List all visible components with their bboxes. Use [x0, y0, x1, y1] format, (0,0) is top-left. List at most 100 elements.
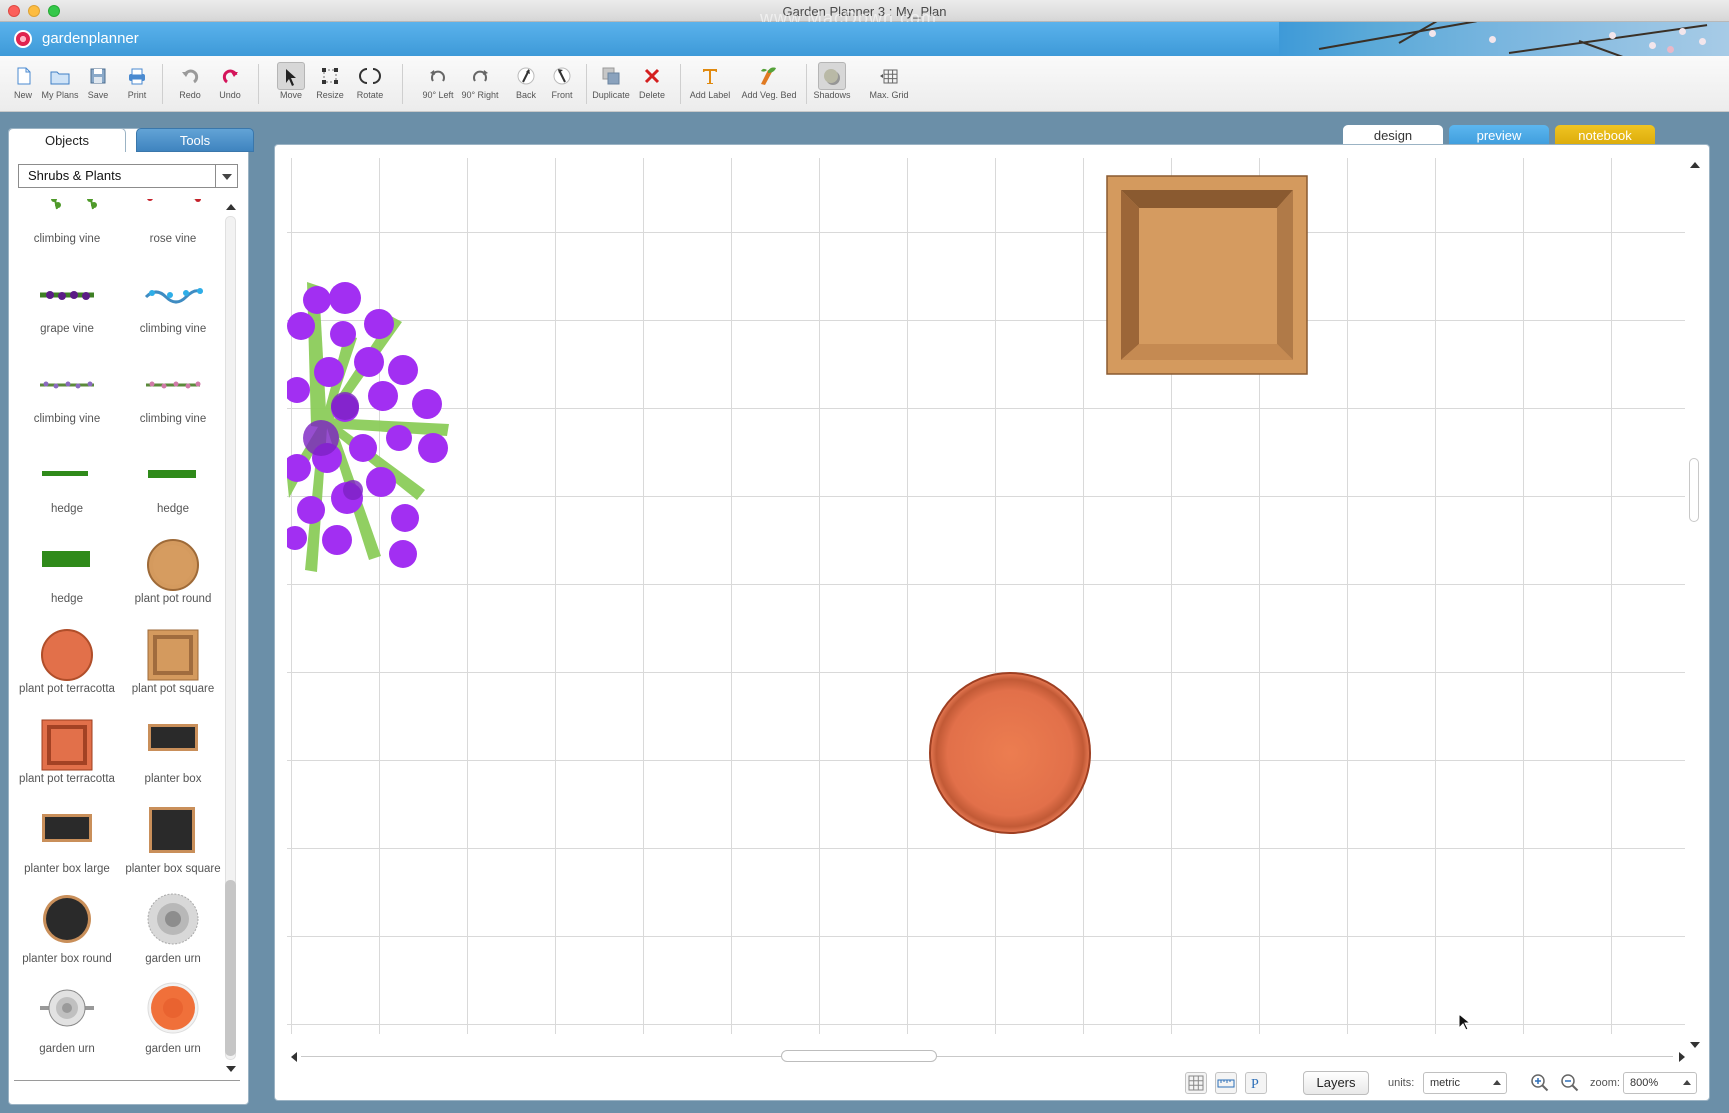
new-label: New: [14, 90, 32, 100]
category-dropdown[interactable]: Shrubs & Plants: [18, 164, 238, 188]
scroll-right-arrow-icon[interactable]: [1679, 1052, 1685, 1062]
zoom-out-icon[interactable]: [1560, 1073, 1580, 1093]
undo-button[interactable]: Undo: [216, 62, 244, 100]
add-label-button[interactable]: Add Label: [688, 62, 732, 100]
object-label: climbing vine: [14, 413, 120, 426]
object-garden-urn[interactable]: garden urn: [14, 979, 120, 1069]
scroll-thumb[interactable]: [225, 880, 236, 1056]
duplicate-button[interactable]: Duplicate: [590, 62, 632, 100]
canvas-plant-pot-terracotta[interactable]: [927, 670, 1093, 836]
scroll-thumb[interactable]: [1689, 458, 1699, 522]
rotate-90-right-button[interactable]: 90° Right: [460, 62, 500, 100]
object-rose-vine[interactable]: rose vine: [120, 199, 222, 279]
zoom-value: 800%: [1630, 1077, 1658, 1089]
canvas-plant-pot-square[interactable]: [1105, 174, 1311, 378]
rotate-90-left-button[interactable]: 90° Left: [420, 62, 456, 100]
object-planter-box-round[interactable]: planter box round: [14, 889, 120, 979]
category-dropdown-value: Shrubs & Plants: [28, 168, 121, 183]
scroll-down-arrow-icon[interactable]: [1690, 1042, 1700, 1048]
object-hedge[interactable]: hedge: [120, 459, 222, 549]
object-plant-pot-square[interactable]: plant pot square: [120, 629, 222, 719]
garden-urn-thumbnail: [120, 889, 222, 947]
ruler-toggle-button[interactable]: [1215, 1072, 1237, 1094]
canvas-vertical-scrollbar[interactable]: [1689, 158, 1701, 1048]
print-label: Print: [128, 90, 147, 100]
design-canvas[interactable]: [287, 158, 1685, 1034]
tab-tools[interactable]: Tools: [136, 128, 254, 152]
scroll-left-arrow-icon[interactable]: [291, 1052, 297, 1062]
tab-objects[interactable]: Objects: [8, 128, 126, 152]
scroll-thumb[interactable]: [781, 1050, 937, 1062]
chevron-up-icon: [1493, 1080, 1501, 1085]
object-label: hedge: [14, 593, 120, 606]
mouse-pointer-icon: [1458, 1013, 1472, 1031]
window-title-bar: Garden Planner 3 : My_Plan www.MacDown.c…: [0, 0, 1729, 22]
zoom-in-icon[interactable]: [1530, 1073, 1550, 1093]
object-garden-urn[interactable]: garden urn: [120, 979, 222, 1069]
objects-scrollbar[interactable]: [224, 200, 238, 1076]
resize-label: Resize: [316, 90, 344, 100]
resize-button[interactable]: Resize: [314, 62, 346, 100]
toolbar-divider: [586, 64, 587, 104]
shadows-button[interactable]: Shadows: [812, 62, 852, 100]
my-plans-button[interactable]: My Plans: [40, 62, 80, 100]
send-back-button[interactable]: Back: [512, 62, 540, 100]
object-plant-pot-terracotta[interactable]: plant pot terracotta: [14, 629, 120, 719]
redo-label: Redo: [179, 90, 201, 100]
canvas-horizontal-scrollbar[interactable]: [289, 1050, 1685, 1064]
delete-button[interactable]: Delete: [636, 62, 668, 100]
plant-pot-terracotta-thumbnail: [14, 629, 120, 687]
object-climbing-vine[interactable]: climbing vine: [14, 369, 120, 459]
scroll-up-arrow-icon[interactable]: [1690, 162, 1700, 168]
units-label: units:: [1388, 1077, 1414, 1089]
scroll-track[interactable]: [301, 1056, 1673, 1057]
rotate-90-left-label: 90° Left: [422, 90, 453, 100]
max-grid-button[interactable]: Max. Grid: [868, 62, 910, 100]
object-climbing-vine[interactable]: climbing vine: [120, 279, 222, 369]
duplicate-label: Duplicate: [592, 90, 630, 100]
object-label: rose vine: [120, 233, 222, 246]
redo-button[interactable]: Redo: [176, 62, 204, 100]
rotate-left-icon: [427, 65, 449, 87]
object-planter-box-square[interactable]: planter box square: [120, 799, 222, 889]
rotate-button[interactable]: Rotate: [354, 62, 386, 100]
layers-button[interactable]: Layers: [1303, 1071, 1369, 1095]
new-button[interactable]: New: [8, 62, 38, 100]
undo-label: Undo: [219, 90, 241, 100]
object-label: plant pot round: [120, 593, 222, 606]
object-climbing-vine[interactable]: climbing vine: [14, 199, 120, 279]
object-garden-urn[interactable]: garden urn: [120, 889, 222, 979]
chevron-up-icon: [1683, 1080, 1691, 1085]
move-button[interactable]: Move: [276, 62, 306, 100]
object-climbing-vine[interactable]: climbing vine: [120, 369, 222, 459]
object-planter-box-large[interactable]: planter box large: [14, 809, 120, 899]
redo-icon: [179, 65, 201, 87]
canvas-flowering-shrub[interactable]: [287, 278, 457, 578]
units-select[interactable]: metric: [1423, 1072, 1507, 1094]
rotate-90-right-label: 90° Right: [461, 90, 498, 100]
planter-box-large-thumbnail: [14, 809, 120, 867]
shadows-icon: [821, 66, 843, 88]
grid-toggle-button[interactable]: [1185, 1072, 1207, 1094]
toolbar-divider: [680, 64, 681, 104]
new-document-icon: [12, 65, 34, 87]
object-label: planter box square: [120, 863, 222, 876]
object-plant-pot-terracotta[interactable]: plant pot terracotta: [14, 719, 120, 809]
print-button[interactable]: Print: [122, 62, 152, 100]
save-button[interactable]: Save: [84, 62, 112, 100]
object-hedge[interactable]: hedge: [14, 459, 120, 549]
object-plant-pot-round[interactable]: plant pot round: [120, 539, 222, 629]
plant-names-toggle-button[interactable]: P: [1245, 1072, 1267, 1094]
object-grape-vine[interactable]: grape vine: [14, 279, 120, 369]
object-label: hedge: [14, 503, 120, 516]
object-label: planter box large: [14, 863, 120, 876]
object-hedge[interactable]: hedge: [14, 549, 120, 639]
object-label: climbing vine: [120, 413, 222, 426]
zoom-select[interactable]: 800%: [1623, 1072, 1697, 1094]
bring-front-button[interactable]: Front: [548, 62, 576, 100]
scroll-down-arrow-icon[interactable]: [226, 1066, 236, 1072]
add-veg-bed-button[interactable]: Add Veg. Bed: [740, 62, 798, 100]
floppy-disk-icon: [87, 65, 109, 87]
object-planter-box[interactable]: planter box: [120, 719, 222, 809]
scroll-up-arrow-icon[interactable]: [226, 204, 236, 210]
